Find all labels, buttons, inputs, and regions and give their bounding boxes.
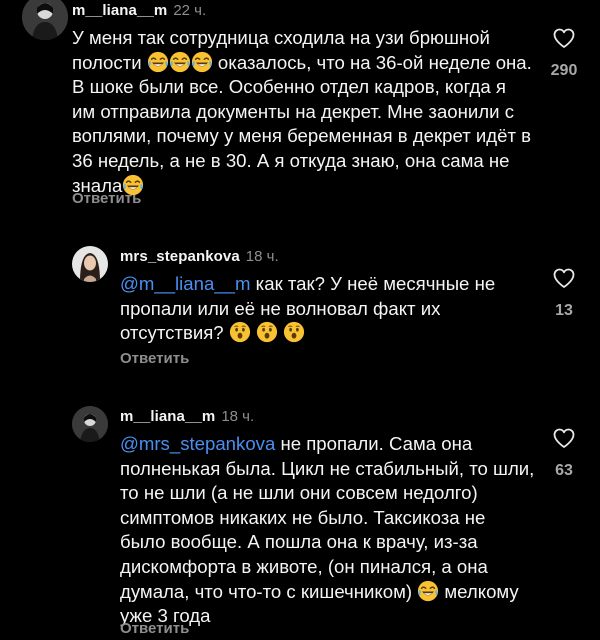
comment: m__liana__m 22 ч. У меня так сотрудница с…: [0, 0, 600, 220]
heart-outline-icon: [552, 266, 576, 290]
timestamp: 18 ч.: [245, 248, 279, 265]
mention-link[interactable]: @m__liana__m: [120, 273, 251, 294]
like-count: 290: [550, 62, 578, 79]
like-count: 13: [555, 302, 573, 319]
like-count: 63: [555, 462, 573, 479]
comment-text-part: не пропали. Сама она полненькая была. Ци…: [120, 433, 535, 602]
reply-button[interactable]: Ответить: [120, 350, 189, 367]
timestamp: 18 ч.: [221, 408, 255, 425]
comment-meta: mrs_stepankova 18 ч.: [120, 248, 279, 265]
comment-meta: m__liana__m 18 ч.: [120, 408, 254, 425]
comment-text: @mrs_stepankova не пропали. Сама она пол…: [120, 432, 535, 629]
reply-button[interactable]: Ответить: [120, 620, 189, 637]
mention-link[interactable]: @mrs_stepankova: [120, 433, 275, 454]
laughing-emoji-icon: [191, 51, 213, 73]
astonished-emoji-icon: [229, 321, 251, 343]
astonished-emoji-icon: [256, 321, 278, 343]
like-button[interactable]: 13: [544, 266, 584, 320]
comment-text: @m__liana__m как так? У неё месячные не …: [120, 272, 535, 346]
reply-button[interactable]: Ответить: [72, 190, 141, 207]
heart-outline-icon: [552, 26, 576, 50]
avatar[interactable]: [72, 246, 108, 282]
avatar[interactable]: [22, 0, 68, 40]
comment-reply: m__liana__m 18 ч. @mrs_stepankova не проп…: [0, 402, 600, 640]
avatar[interactable]: [72, 406, 108, 442]
laughing-emoji-icon: [169, 51, 191, 73]
comment-text: У меня так сотрудница сходила на узи брю…: [72, 26, 532, 198]
comment-reply: mrs_stepankova 18 ч. @m__liana__m как так…: [0, 240, 600, 380]
username[interactable]: m__liana__m: [72, 2, 167, 19]
username[interactable]: m__liana__m: [120, 408, 215, 425]
laughing-emoji-icon: [417, 580, 439, 602]
heart-outline-icon: [552, 426, 576, 450]
like-button[interactable]: 290: [544, 26, 584, 80]
astonished-emoji-icon: [283, 321, 305, 343]
comment-meta: m__liana__m 22 ч.: [72, 2, 206, 19]
like-button[interactable]: 63: [544, 426, 584, 480]
timestamp: 22 ч.: [173, 2, 207, 19]
laughing-emoji-icon: [147, 51, 169, 73]
username[interactable]: mrs_stepankova: [120, 248, 240, 265]
